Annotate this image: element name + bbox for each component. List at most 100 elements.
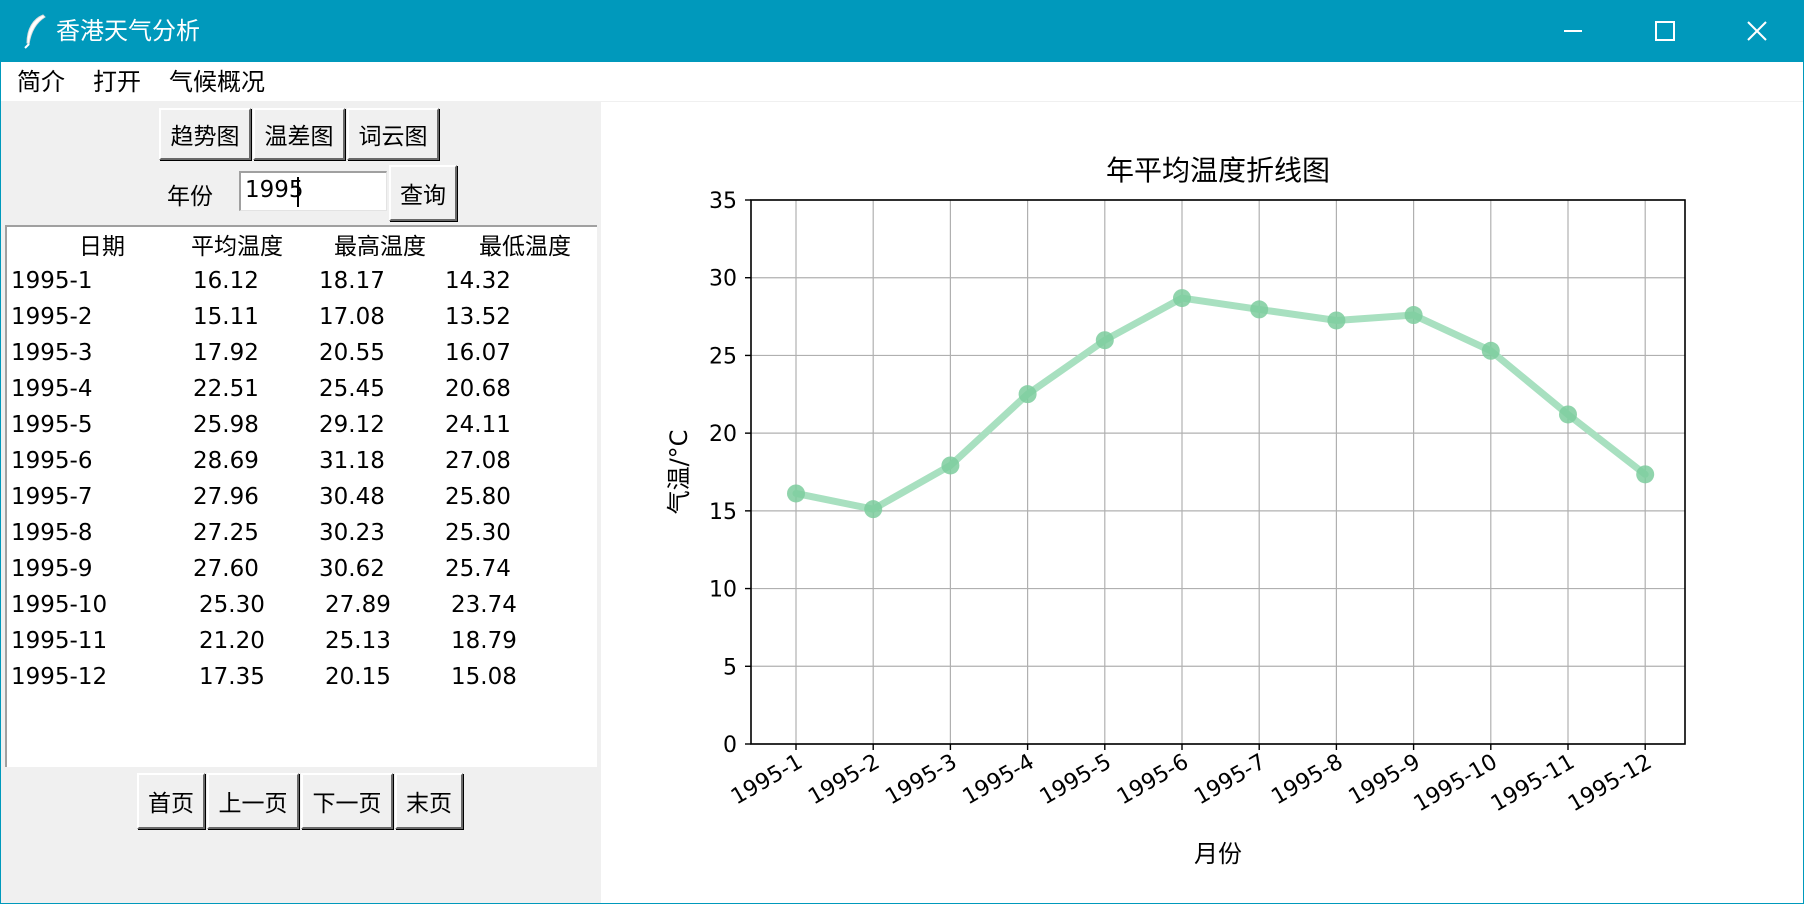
value-cell: 20.15	[325, 664, 391, 690]
x-tick-label: 1995-6	[1113, 750, 1193, 811]
first-page-button[interactable]: 首页	[137, 773, 205, 829]
menu-climate-overview[interactable]: 气候概况	[169, 68, 265, 96]
value-cell: 14.32	[445, 268, 511, 294]
value-cell: 18.17	[319, 268, 385, 294]
data-point	[1173, 289, 1191, 308]
date-cell: 1995-1	[11, 268, 93, 294]
value-cell: 25.30	[445, 520, 511, 546]
x-tick-label: 1995-1	[727, 750, 807, 811]
x-tick-label: 1995-2	[804, 750, 884, 811]
value-cell: 23.74	[451, 592, 517, 618]
data-point	[1018, 385, 1037, 404]
close-button[interactable]	[1711, 1, 1803, 62]
y-tick-label: 15	[709, 500, 737, 525]
value-cell: 27.96	[193, 484, 259, 510]
date-cell: 1995-3	[11, 340, 93, 366]
minimize-icon	[1564, 30, 1582, 32]
date-cell: 1995-8	[11, 520, 93, 546]
menu-open[interactable]: 打开	[93, 68, 141, 96]
y-axis-label: 气温/°C	[665, 430, 693, 515]
value-cell: 31.18	[319, 448, 385, 474]
year-label: 年份	[167, 184, 213, 210]
date-cell: 1995-9	[11, 556, 93, 582]
value-cell: 25.80	[445, 484, 511, 510]
value-cell: 25.74	[445, 556, 511, 582]
window-title: 香港天气分析	[56, 17, 200, 45]
y-tick-label: 20	[709, 422, 737, 447]
value-cell: 30.23	[319, 520, 385, 546]
value-cell: 13.52	[445, 304, 511, 330]
x-tick-label: 1995-10	[1410, 750, 1502, 818]
value-cell: 25.30	[199, 592, 265, 618]
title-bar[interactable]: 香港天气分析	[1, 1, 1803, 62]
close-icon	[1747, 21, 1767, 41]
query-button[interactable]: 查询	[389, 165, 457, 221]
date-cell: 1995-6	[11, 448, 93, 474]
data-point	[864, 500, 883, 519]
data-table[interactable]: 日期 平均温度 最高温度 最低温度 1995-1 16.12 18.17 14.32 1995…	[5, 225, 597, 767]
date-cell: 1995-11	[11, 628, 108, 654]
value-cell: 20.68	[445, 376, 511, 402]
x-tick-label: 1995-8	[1267, 750, 1347, 811]
text-caret	[297, 177, 299, 207]
next-page-button[interactable]: 下一页	[301, 773, 393, 829]
value-cell: 25.45	[319, 376, 385, 402]
line-chart: 051015202530351995-11995-21995-31995-419…	[665, 154, 1686, 868]
app-window: 香港天气分析 简介 打开 气候概况 趋势图 温差图 词云图 年份 1995 查询	[0, 0, 1804, 904]
y-tick-label: 30	[709, 267, 737, 292]
date-cell: 1995-7	[11, 484, 93, 510]
value-cell: 27.08	[445, 448, 511, 474]
column-header[interactable]: 日期	[42, 233, 162, 261]
column-header[interactable]: 最高温度	[320, 233, 440, 261]
value-cell: 25.98	[193, 412, 259, 438]
data-point	[1636, 465, 1655, 484]
date-cell: 1995-5	[11, 412, 93, 438]
column-header[interactable]: 最低温度	[465, 233, 585, 261]
prev-page-button[interactable]: 上一页	[207, 773, 299, 829]
data-point	[1404, 306, 1423, 325]
x-axis-label: 月份	[1194, 840, 1242, 868]
date-cell: 1995-2	[11, 304, 93, 330]
data-point	[1559, 405, 1577, 424]
word-cloud-button[interactable]: 词云图	[347, 108, 439, 160]
date-cell: 1995-4	[11, 376, 93, 402]
data-point	[1481, 341, 1500, 360]
y-tick-label: 35	[709, 189, 737, 214]
series-line	[792, 294, 1649, 513]
value-cell: 27.89	[325, 592, 391, 618]
last-page-button[interactable]: 末页	[395, 773, 463, 829]
data-point	[1250, 300, 1269, 319]
value-cell: 20.55	[319, 340, 385, 366]
maximize-button[interactable]	[1619, 1, 1711, 62]
x-tick-label: 1995-11	[1487, 750, 1579, 818]
y-tick-label: 5	[723, 655, 737, 680]
value-cell: 28.69	[193, 448, 259, 474]
year-input[interactable]: 1995	[239, 171, 387, 211]
plot-frame	[750, 199, 1686, 745]
value-cell: 30.48	[319, 484, 385, 510]
y-tick-label: 0	[723, 733, 737, 758]
value-cell: 17.35	[199, 664, 265, 690]
x-tick-label: 1995-4	[959, 750, 1039, 811]
data-point	[941, 456, 960, 475]
value-cell: 15.11	[193, 304, 259, 330]
menu-intro[interactable]: 简介	[17, 68, 65, 96]
minimize-button[interactable]	[1527, 1, 1619, 62]
value-cell: 27.60	[193, 556, 259, 582]
date-cell: 1995-10	[11, 592, 108, 618]
value-cell: 17.08	[319, 304, 385, 330]
temp-diff-chart-button[interactable]: 温差图	[253, 108, 345, 160]
value-cell: 27.25	[193, 520, 259, 546]
value-cell: 15.08	[451, 664, 517, 690]
data-point	[1327, 311, 1346, 330]
date-cell: 1995-12	[11, 664, 108, 690]
y-tick-label: 10	[709, 578, 737, 603]
value-cell: 25.13	[325, 628, 391, 654]
data-point	[787, 484, 805, 503]
column-header[interactable]: 平均温度	[177, 233, 297, 261]
value-cell: 22.51	[193, 376, 259, 402]
maximize-icon	[1655, 21, 1675, 41]
trend-chart-button[interactable]: 趋势图	[159, 108, 251, 160]
value-cell: 18.79	[451, 628, 517, 654]
x-tick-label: 1995-7	[1190, 750, 1270, 811]
